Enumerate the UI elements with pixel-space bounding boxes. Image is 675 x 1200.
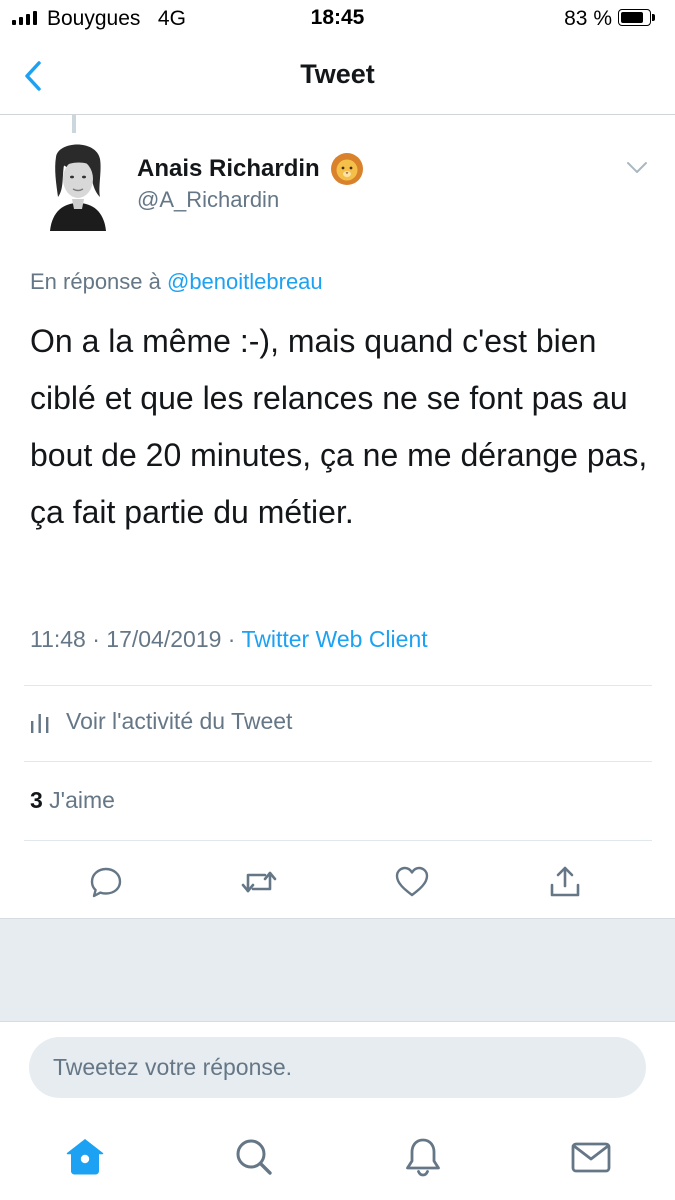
home-icon	[66, 1139, 104, 1175]
chevron-down-icon	[627, 162, 647, 173]
retweet-icon	[241, 871, 277, 893]
view-activity-label: Voir l'activité du Tweet	[66, 708, 293, 734]
nav-bar: Tweet	[0, 38, 675, 115]
avatar[interactable]	[40, 137, 116, 231]
tweet-client-link[interactable]: Twitter Web Client	[241, 626, 427, 652]
author-name-row[interactable]: Anais Richardin	[137, 152, 364, 186]
battery-percent: 83 %	[564, 7, 612, 30]
reply-prefix: En réponse à	[30, 269, 167, 294]
tab-messages[interactable]	[569, 1135, 613, 1179]
author-handle[interactable]: @A_Richardin	[137, 187, 279, 213]
page-title: Tweet	[300, 59, 375, 89]
reply-context: En réponse à @benoitlebreau	[30, 269, 323, 295]
share-icon	[550, 866, 580, 897]
thread-connector-line	[72, 115, 76, 133]
share-button[interactable]	[545, 862, 585, 902]
battery-icon	[618, 9, 657, 28]
bar-chart-icon	[31, 713, 49, 733]
reply-button[interactable]	[86, 862, 126, 902]
more-options-button[interactable]	[626, 160, 648, 176]
envelope-icon	[571, 1142, 611, 1173]
likes-label: J'aime	[42, 787, 115, 813]
reply-bubble-icon	[90, 867, 122, 898]
tab-home[interactable]	[63, 1135, 107, 1179]
likes-count: 3	[30, 787, 43, 813]
lion-face-icon	[330, 153, 363, 185]
divider	[24, 685, 652, 686]
divider	[24, 761, 652, 762]
tab-search[interactable]	[232, 1135, 276, 1179]
tweet-text: On a la même :-), mais quand c'est bien …	[30, 323, 648, 530]
reply-input[interactable]	[29, 1037, 646, 1098]
view-activity-button[interactable]: Voir l'activité du Tweet	[30, 708, 292, 735]
likes-count-button[interactable]: 3 J'aime	[30, 787, 115, 814]
search-icon	[236, 1139, 272, 1175]
replies-area	[0, 918, 675, 1022]
reply-mention-link[interactable]: @benoitlebreau	[167, 269, 323, 294]
tweet-meta: 11:48 · 17/04/2019 · Twitter Web Client	[30, 626, 428, 653]
author-name: Anais Richardin	[137, 155, 320, 182]
status-bar: Bouygues 4G 18:45 83 %	[0, 0, 675, 38]
tab-notifications[interactable]	[401, 1135, 445, 1179]
tweet-timestamp: 11:48 · 17/04/2019 ·	[30, 626, 242, 652]
like-button[interactable]	[392, 862, 432, 902]
heart-icon	[395, 866, 429, 897]
divider	[24, 840, 652, 841]
retweet-button[interactable]	[239, 862, 279, 902]
bell-icon	[406, 1138, 440, 1177]
